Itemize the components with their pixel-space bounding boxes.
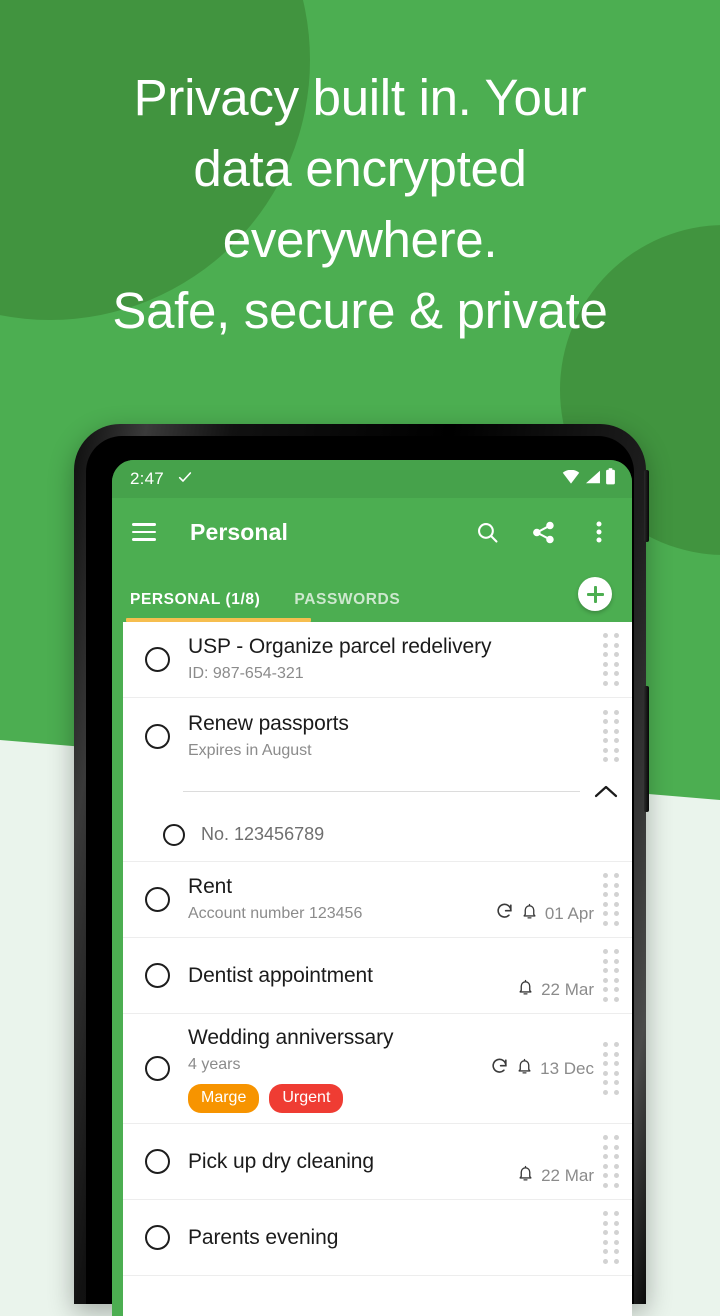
promo-headline: Privacy built in. Your data encrypted ev… xyxy=(112,69,608,339)
row-content: USP - Organize parcel redelivery ID: 987… xyxy=(170,623,594,696)
chevron-up-icon[interactable] xyxy=(580,784,632,799)
add-item-button[interactable] xyxy=(578,577,612,611)
drag-handle-icon[interactable] xyxy=(594,1135,632,1188)
task-list[interactable]: USP - Organize parcel redelivery ID: 987… xyxy=(112,622,632,1316)
reminder-bell-icon xyxy=(517,978,534,1002)
row-date: 22 Mar xyxy=(541,1166,594,1185)
row-checkbox[interactable] xyxy=(145,1225,170,1250)
row-checkbox[interactable] xyxy=(145,647,170,672)
phone-screen: 2:47 Personal PERSONAL (1/8) PASSWORDS U… xyxy=(112,460,632,1316)
table-row[interactable]: Renew passports Expires in August xyxy=(123,698,632,774)
table-row[interactable]: Dentist appointment 22 Mar xyxy=(123,938,632,1014)
drag-handle-icon[interactable] xyxy=(594,949,632,1002)
row-checkbox[interactable] xyxy=(145,1056,170,1081)
subitem-divider xyxy=(123,774,632,808)
row-checkbox[interactable] xyxy=(145,963,170,988)
status-icons xyxy=(562,468,616,490)
row-content: Parents evening xyxy=(170,1214,594,1262)
table-row[interactable]: Wedding anniverssary 4 years Marge Urgen… xyxy=(123,1014,632,1124)
reminder-bell-icon xyxy=(517,1164,534,1188)
drag-handle-icon[interactable] xyxy=(594,1042,632,1095)
row-content: Dentist appointment xyxy=(170,952,517,1000)
subitem-label: No. 123456789 xyxy=(201,824,325,844)
search-icon[interactable] xyxy=(470,515,504,549)
app-bar: Personal xyxy=(112,498,632,566)
row-tags: Marge Urgent xyxy=(188,1084,484,1113)
table-row[interactable]: USP - Organize parcel redelivery ID: 987… xyxy=(123,622,632,698)
phone-volume-button[interactable] xyxy=(644,686,649,812)
status-clock: 2:47 xyxy=(130,469,164,488)
page-title: Personal xyxy=(190,518,288,545)
row-meta: 22 Mar xyxy=(517,1164,594,1199)
table-row[interactable]: Parents evening xyxy=(123,1200,632,1276)
phone-power-button[interactable] xyxy=(644,470,649,542)
row-content: Renew passports Expires in August xyxy=(170,700,594,773)
subitem-checkbox[interactable] xyxy=(163,823,185,846)
row-title: Pick up dry cleaning xyxy=(188,1149,374,1173)
row-title: USP - Organize parcel redelivery xyxy=(188,635,492,658)
table-row[interactable]: Rent Account number 123456 01 Apr xyxy=(123,862,632,938)
drag-handle-icon[interactable] xyxy=(594,633,632,686)
row-title: Renew passports xyxy=(188,711,349,735)
row-meta: 22 Mar xyxy=(517,978,594,1013)
tag-chip[interactable]: Marge xyxy=(188,1084,260,1113)
row-subtitle: 4 years xyxy=(188,1056,241,1073)
row-subtitle: Expires in August xyxy=(188,741,312,759)
row-content: Wedding anniverssary 4 years Marge Urgen… xyxy=(170,1014,490,1123)
share-icon[interactable] xyxy=(526,515,560,549)
row-content: Rent Account number 123456 xyxy=(170,863,495,936)
drag-handle-icon[interactable] xyxy=(594,1211,632,1264)
list-item[interactable]: No. 123456789 xyxy=(123,808,632,862)
row-title: Dentist appointment xyxy=(188,963,373,987)
row-checkbox[interactable] xyxy=(145,887,170,912)
table-row[interactable]: Pick up dry cleaning 22 Mar xyxy=(123,1124,632,1200)
reminder-bell-icon xyxy=(516,1057,533,1081)
row-content: Pick up dry cleaning xyxy=(170,1138,517,1186)
row-date: 13 Dec xyxy=(540,1058,594,1078)
status-bar: 2:47 xyxy=(112,460,632,498)
wifi-icon xyxy=(562,469,580,489)
battery-icon xyxy=(605,468,616,490)
drag-handle-icon[interactable] xyxy=(594,709,632,763)
row-meta: 13 Dec xyxy=(490,1057,594,1081)
row-meta: 01 Apr xyxy=(495,902,594,937)
row-title: Wedding anniverssary xyxy=(188,1026,394,1049)
divider-line xyxy=(183,790,580,792)
hamburger-menu-icon[interactable] xyxy=(132,523,156,541)
row-title: Parents evening xyxy=(188,1225,339,1249)
repeat-icon xyxy=(495,902,514,926)
signal-icon xyxy=(584,470,601,489)
row-title: Rent xyxy=(188,875,232,898)
tab-bar: PERSONAL (1/8) PASSWORDS xyxy=(112,566,632,622)
check-icon xyxy=(177,469,193,489)
row-date: 01 Apr xyxy=(544,904,594,923)
phone-bezel: 2:47 Personal PERSONAL (1/8) PASSWORDS U… xyxy=(86,436,634,1316)
reminder-bell-icon xyxy=(521,902,538,926)
row-subtitle: Account number 123456 xyxy=(188,905,363,922)
row-date: 22 Mar xyxy=(541,980,594,999)
row-checkbox[interactable] xyxy=(145,723,170,749)
row-subtitle: ID: 987-654-321 xyxy=(188,665,304,682)
tag-chip[interactable]: Urgent xyxy=(269,1084,344,1113)
repeat-icon xyxy=(490,1057,509,1081)
row-checkbox[interactable] xyxy=(145,1149,170,1174)
more-vert-icon[interactable] xyxy=(582,515,616,549)
plus-icon xyxy=(586,585,604,603)
drag-handle-icon[interactable] xyxy=(594,873,632,926)
phone-device: 2:47 Personal PERSONAL (1/8) PASSWORDS U… xyxy=(74,424,649,1316)
